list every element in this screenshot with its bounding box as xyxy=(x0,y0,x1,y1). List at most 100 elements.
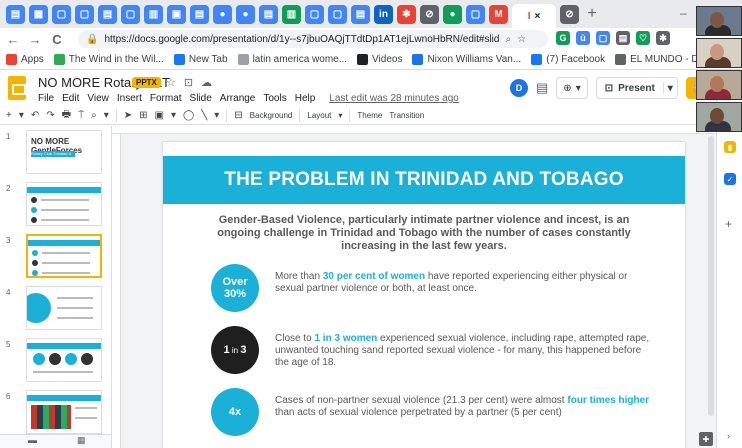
slide-thumbnail[interactable] xyxy=(26,182,102,226)
explore-button[interactable]: ✚ xyxy=(699,432,713,446)
browser-tab[interactable]: ● xyxy=(443,4,462,24)
participant-video-tile[interactable] xyxy=(696,6,742,36)
stat-text[interactable]: Cases of non-partner sexual violence (21… xyxy=(275,395,653,419)
browser-tab[interactable]: ▢ xyxy=(52,4,71,24)
reload-button[interactable]: C xyxy=(50,32,64,47)
browser-tab[interactable]: ⊘ xyxy=(420,4,439,24)
browser-tab[interactable]: ▢ xyxy=(75,4,94,24)
browser-tab[interactable]: ▢ xyxy=(328,4,347,24)
last-edit-link[interactable]: Last edit was 28 minutes ago xyxy=(329,93,459,104)
filmstrip-slide-4[interactable]: 4 xyxy=(0,286,111,336)
browser-tab[interactable]: M xyxy=(489,4,508,24)
browser-tab[interactable]: ▥ xyxy=(144,4,163,24)
browser-tab[interactable]: ▢ xyxy=(466,4,485,24)
cloud-status-icon[interactable]: ☁ xyxy=(201,76,212,89)
menu-edit[interactable]: Edit xyxy=(62,93,79,104)
paint-format-icon[interactable]: ⍑ xyxy=(78,110,84,121)
zoom-icon[interactable]: ⌕ xyxy=(91,110,97,121)
canvas-scrollbar[interactable] xyxy=(707,134,715,434)
browser-tab[interactable]: ⊘ xyxy=(560,4,579,24)
stat-circle[interactable]: Over 30% xyxy=(211,264,259,312)
scrollbar-thumb[interactable] xyxy=(708,136,714,416)
tasks-icon[interactable]: ✓ xyxy=(724,173,736,185)
print-icon[interactable]: 🖶 xyxy=(62,107,71,124)
filmstrip-slide-5[interactable]: 5 xyxy=(0,338,111,388)
bookmark-item[interactable]: Videos xyxy=(357,54,402,65)
slide-title[interactable]: THE PROBLEM IN TRINIDAD AND TOBAGO xyxy=(224,169,623,191)
browser-tab[interactable]: ▢ xyxy=(305,4,324,24)
browser-tab[interactable]: ● xyxy=(236,4,255,24)
browser-tab[interactable]: ▥ xyxy=(282,4,301,24)
back-button[interactable]: ← xyxy=(6,32,20,47)
minimize-button[interactable]: – xyxy=(680,6,687,20)
ext-1-icon[interactable]: G xyxy=(556,31,570,45)
comment-icon[interactable]: ⊟ xyxy=(234,110,242,121)
ext-4-icon[interactable]: ▤ xyxy=(616,31,630,45)
new-slide-dropdown-icon[interactable]: ▾ xyxy=(19,110,24,121)
slide-thumbnail[interactable] xyxy=(26,286,102,330)
omnibox[interactable]: 🔒 https://docs.google.com/presentation/d… xyxy=(78,30,548,48)
filmstrip-slide-3[interactable]: 3 xyxy=(0,234,111,284)
menu-slide[interactable]: Slide xyxy=(190,93,212,104)
present-dropdown-icon[interactable]: ▾ xyxy=(662,82,677,94)
bookmark-item[interactable]: New Tab xyxy=(173,54,228,65)
browser-tab[interactable]: ▤ xyxy=(98,4,117,24)
move-folder-icon[interactable]: ⊡ xyxy=(184,76,193,89)
grid-view-icon[interactable]: ▦ xyxy=(77,435,86,448)
stat-circle[interactable]: 4x xyxy=(211,388,259,436)
stat-circle[interactable]: 1 in 3 xyxy=(211,326,259,374)
browser-tab[interactable]: ▢ xyxy=(121,4,140,24)
browser-tab[interactable]: in xyxy=(374,4,393,24)
menu-insert[interactable]: Insert xyxy=(117,93,142,104)
slide-thumbnail-selected[interactable] xyxy=(26,234,102,278)
comments-icon[interactable]: ▤ xyxy=(536,80,548,96)
slide-thumbnail[interactable]: NO MORE GentleForces Rotary Club Trinida… xyxy=(26,130,102,174)
bookmark-star-icon[interactable]: ☆ xyxy=(517,34,526,45)
image-icon[interactable]: ▣ xyxy=(155,110,164,121)
line-dropdown-icon[interactable]: ▾ xyxy=(214,110,219,121)
meet-button[interactable]: ⊕ ▾ xyxy=(556,77,588,99)
ext-2-icon[interactable]: ū xyxy=(576,31,590,45)
slides-logo-icon[interactable] xyxy=(8,76,26,100)
ext-3-icon[interactable]: ▢ xyxy=(596,31,610,45)
collapse-panel-icon[interactable]: › xyxy=(727,431,730,441)
redo-icon[interactable]: ↷ xyxy=(46,110,54,121)
line-icon[interactable]: ╲ xyxy=(201,110,207,121)
add-addon-icon[interactable]: + xyxy=(725,217,732,231)
browser-tab[interactable]: ▤ xyxy=(259,4,278,24)
browser-tab[interactable]: ● xyxy=(213,4,232,24)
bookmark-item[interactable]: (7) Facebook xyxy=(531,54,605,65)
filmstrip-slide-6[interactable]: 6 xyxy=(0,390,111,440)
participant-video-tile[interactable] xyxy=(696,102,742,132)
bookmark-item[interactable]: The Wind in the Wil... xyxy=(53,54,164,65)
image-dropdown-icon[interactable]: ▾ xyxy=(171,110,176,121)
browser-tab[interactable]: ✱ xyxy=(397,4,416,24)
theme-button[interactable]: Theme xyxy=(357,111,382,120)
browser-tab[interactable]: ▤ xyxy=(6,4,25,24)
bookmark-item[interactable]: Apps xyxy=(6,54,44,65)
zoom-icon[interactable]: ⌕ xyxy=(505,34,511,45)
keep-icon[interactable]: ▮ xyxy=(724,141,736,153)
active-browser-tab[interactable]: I × xyxy=(512,4,556,28)
participant-video-tile[interactable] xyxy=(696,38,742,68)
collaborator-avatar[interactable]: D xyxy=(510,79,528,97)
ext-5-icon[interactable]: ♡ xyxy=(636,31,650,45)
browser-tab[interactable]: ▤ xyxy=(351,4,370,24)
ext-6-icon[interactable]: ✱ xyxy=(656,31,670,45)
menu-format[interactable]: Format xyxy=(150,93,182,104)
menu-help[interactable]: Help xyxy=(295,93,316,104)
star-icon[interactable]: ☆ xyxy=(166,76,176,89)
slide-thumbnail[interactable] xyxy=(26,338,102,382)
bookmark-item[interactable]: latin america wome... xyxy=(237,54,347,65)
shape-icon[interactable]: ◯ xyxy=(183,110,194,121)
background-button[interactable]: Background xyxy=(250,111,293,120)
url-text[interactable]: https://docs.google.com/presentation/d/1… xyxy=(104,34,499,45)
filmstrip-slide-2[interactable]: 2 xyxy=(0,182,111,232)
layout-button[interactable]: Layout xyxy=(307,111,331,120)
stat-text[interactable]: More than 30 per cent of women have repo… xyxy=(275,271,653,295)
browser-tab[interactable]: ▤ xyxy=(190,4,209,24)
browser-tab[interactable]: ▦ xyxy=(29,4,48,24)
participant-video-tile[interactable] xyxy=(696,70,742,100)
current-slide[interactable]: THE PROBLEM IN TRINIDAD AND TOBAGO Gende… xyxy=(163,142,685,448)
new-tab-button[interactable]: + xyxy=(583,5,601,23)
